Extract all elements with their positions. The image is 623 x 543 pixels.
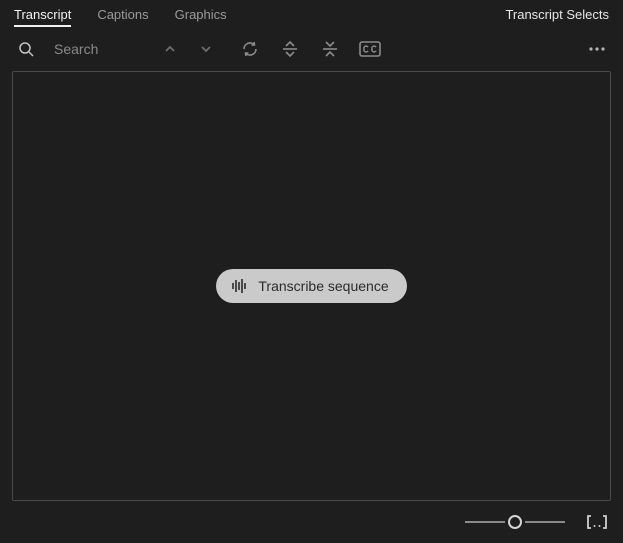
toolbar [0, 27, 623, 71]
refresh-icon[interactable] [238, 37, 262, 61]
tab-graphics[interactable]: Graphics [175, 7, 227, 27]
chevron-up-icon[interactable] [158, 37, 182, 61]
zoom-slider[interactable] [465, 514, 565, 530]
text-panel: Transcript Captions Graphics Transcript … [0, 0, 623, 543]
merge-icon[interactable] [318, 37, 342, 61]
fit-width-icon[interactable] [585, 510, 609, 534]
tool-icons [238, 37, 382, 61]
search-input[interactable] [52, 40, 156, 58]
tab-captions[interactable]: Captions [97, 7, 148, 27]
split-icon[interactable] [278, 37, 302, 61]
transcribe-sequence-button[interactable]: Transcribe sequence [216, 269, 406, 303]
transcribe-icon [230, 277, 248, 295]
transcript-area: Transcribe sequence [12, 71, 611, 501]
tab-transcript-selects[interactable]: Transcript Selects [505, 7, 609, 27]
tab-transcript[interactable]: Transcript [14, 7, 71, 27]
search-nav-group [158, 37, 218, 61]
footer [0, 501, 623, 543]
chevron-down-icon[interactable] [194, 37, 218, 61]
cc-icon[interactable] [358, 37, 382, 61]
search-icon[interactable] [14, 37, 38, 61]
transcribe-label: Transcribe sequence [258, 278, 388, 294]
more-icon[interactable] [585, 37, 609, 61]
search-group [14, 37, 156, 61]
tabs-row: Transcript Captions Graphics Transcript … [0, 0, 623, 27]
